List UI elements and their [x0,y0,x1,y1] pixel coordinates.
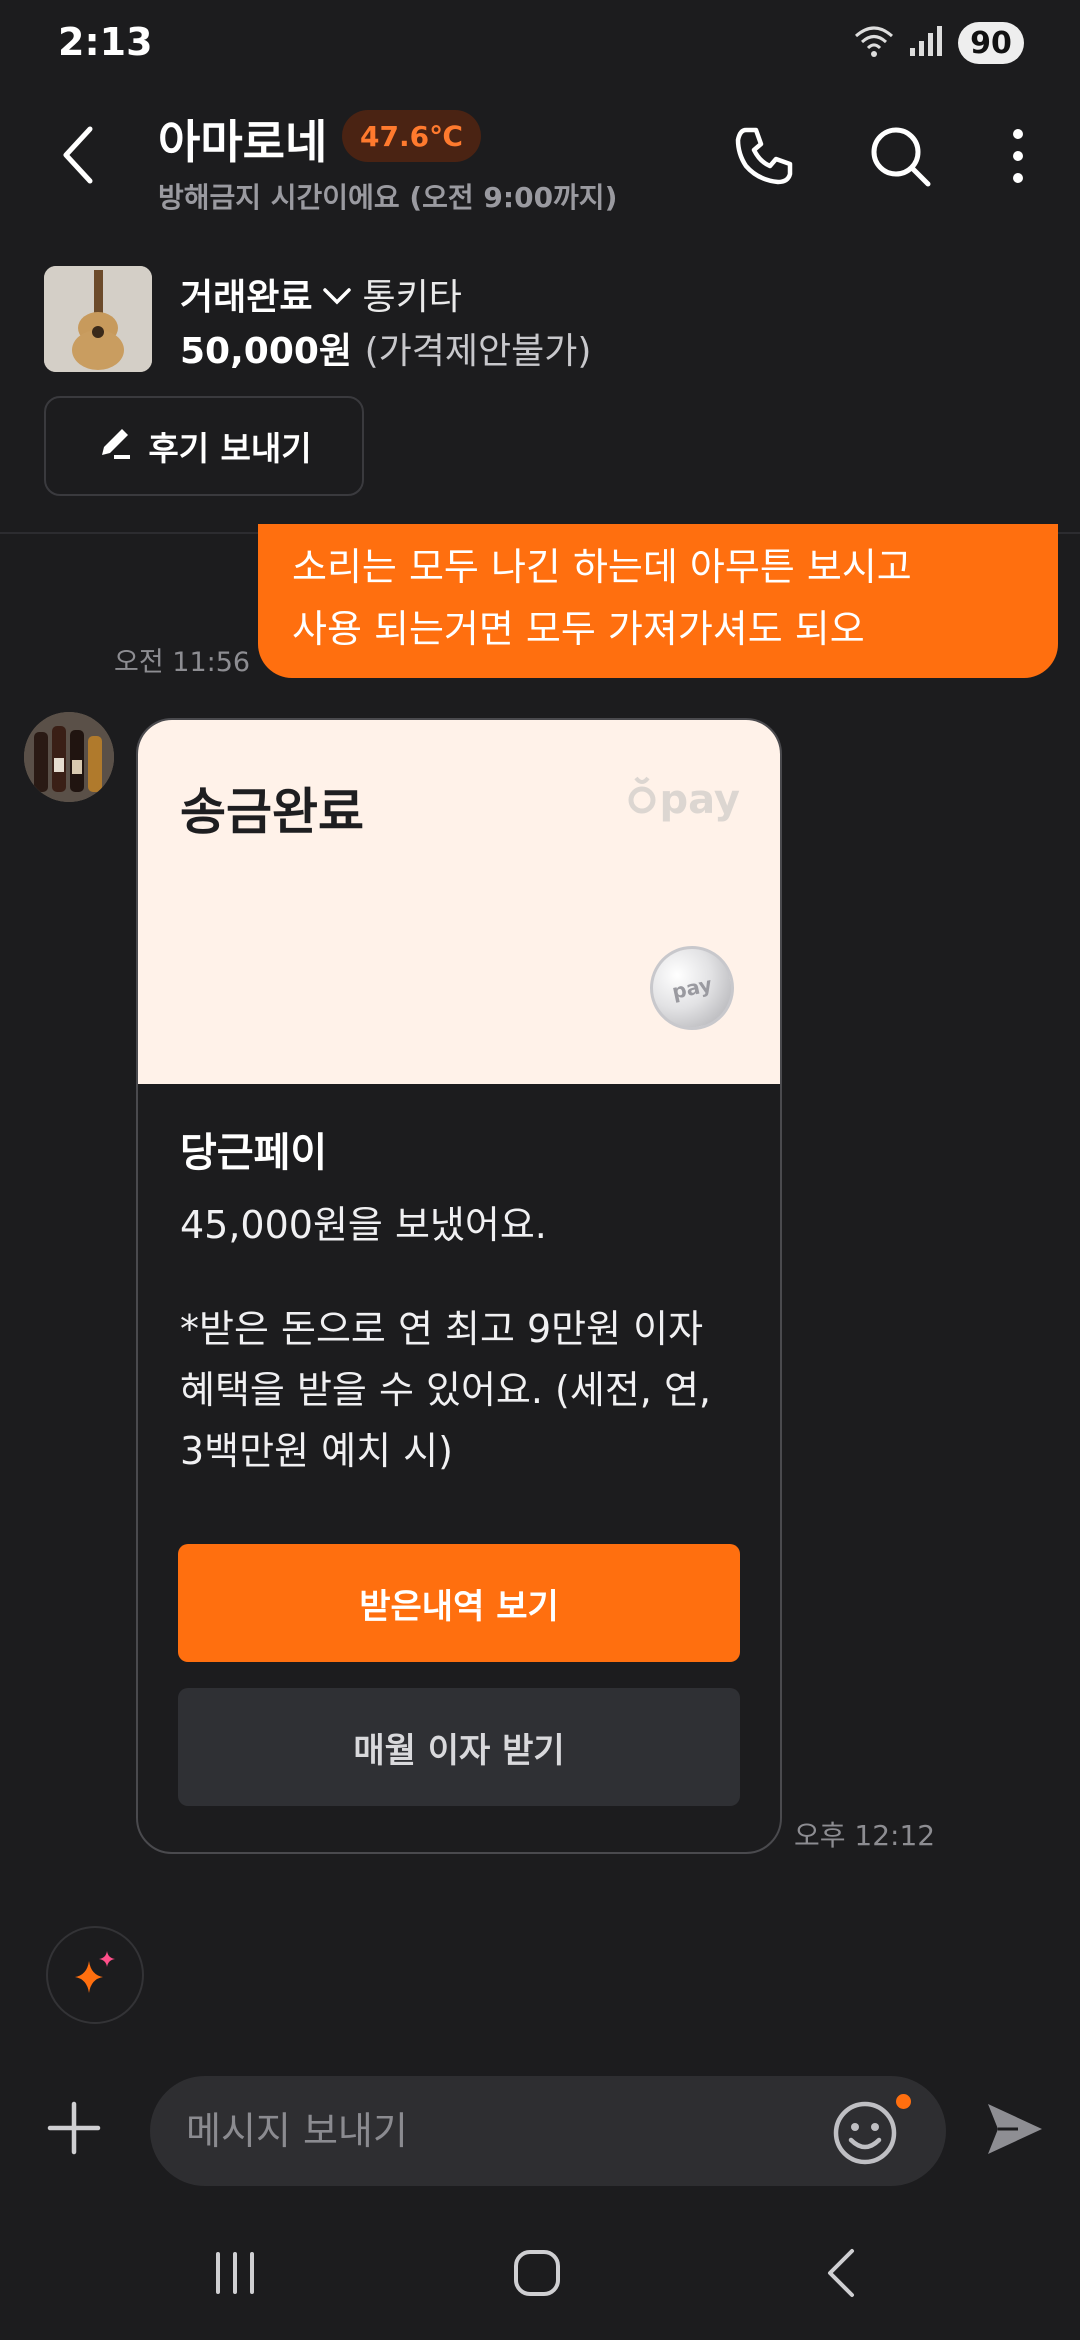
card-note-line: *받은 돈으로 연 최고 9만원 이자 [180,1307,704,1351]
message-timestamp: 오후 12:12 [794,1819,936,1852]
message-line: 사용 되는거면 모두 가져가셔도 되오 [292,607,865,651]
system-back-button[interactable] [796,2240,886,2310]
coin-label: pay [669,972,715,1004]
product-name: 통키타 [362,277,462,318]
pencil-icon [96,423,134,469]
back-icon [60,125,96,189]
phone-icon [732,124,796,192]
recent-apps-icon [212,2250,258,2300]
chat-partner-name: 아마로네 [158,115,328,169]
message-timestamp: 오전 11:56 [114,647,251,678]
pay-logo: pay [628,776,740,824]
add-attachment-button[interactable] [44,2098,104,2158]
signal-icon [908,24,944,62]
card-note: *받은 돈으로 연 최고 9만원 이자 혜택을 받을 수 있어요. (세전, 연… [180,1299,744,1482]
chevron-down-icon [322,274,352,315]
more-icon [1011,126,1025,190]
search-button[interactable] [860,118,940,198]
plus-icon [44,2101,104,2162]
back-button[interactable] [48,122,108,192]
home-button[interactable] [492,2240,582,2310]
emoji-button[interactable] [830,2098,900,2168]
product-price-row: 50,000원 (가격제안불가) [180,322,591,374]
product-thumbnail[interactable] [44,266,152,372]
more-options-button[interactable] [978,118,1058,198]
pay-logo-text: pay [659,777,740,823]
send-review-label: 후기 보내기 [148,429,312,468]
status-icons: 90 [854,22,1024,64]
call-button[interactable] [724,118,804,198]
monthly-interest-button[interactable]: 매월 이자 받기 [178,1688,740,1806]
recent-apps-button[interactable] [190,2240,280,2310]
wifi-icon [854,24,894,62]
search-icon [868,124,932,192]
coin-icon: pay [642,938,742,1038]
deal-status-label: 거래완료 [180,277,313,318]
message-line: 소리는 모두 나긴 하는데 아무튼 보시고 [292,545,912,589]
send-message-button[interactable] [984,2098,1046,2160]
avatar[interactable] [24,712,114,802]
ai-assist-button[interactable] [46,1926,144,2024]
card-body: 당근페이 45,000원을 보냈어요. *받은 돈으로 연 최고 9만원 이자 … [180,1120,744,1482]
product-price: 50,000원 [180,331,353,372]
home-icon [512,2248,562,2302]
payment-card: 송금완료 pay pay 당근페이 45,000원을 보냈어요. *받은 돈으로… [136,718,782,1854]
dnd-status-text: 방해금지 시간이에요 (오전 9:00까지) [158,181,618,214]
sparkle-icon [69,1947,121,2003]
card-title: 송금완료 [180,783,364,841]
manner-temperature-badge[interactable]: 47.6℃ [342,110,481,162]
view-received-button[interactable]: 받은내역 보기 [178,1544,740,1662]
send-review-button[interactable]: 후기 보내기 [44,396,364,496]
notification-dot [896,2094,911,2109]
card-subtitle: 당근페이 [180,1130,328,1176]
card-note-line: 혜택을 받을 수 있어요. (세전, 연, [180,1368,711,1412]
card-note-line: 3백만원 예치 시) [180,1429,453,1473]
emoji-icon [830,2101,900,2172]
outgoing-message-bubble[interactable]: 소리는 모두 나긴 하는데 아무튼 보시고 사용 되는거면 모두 가져가셔도 되… [258,524,1058,678]
send-icon [984,2104,1046,2164]
status-time: 2:13 [58,20,153,64]
card-amount: 45,000원을 보냈어요. [180,1203,547,1247]
carrot-logo-icon [628,776,656,824]
battery-indicator: 90 [958,22,1024,64]
card-header: 송금완료 pay pay [138,720,780,1084]
price-note: (가격제안불가) [364,331,592,372]
back-icon [824,2247,858,2303]
message-input[interactable] [150,2076,946,2186]
deal-status-row[interactable]: 거래완료 통키타 [180,268,462,320]
